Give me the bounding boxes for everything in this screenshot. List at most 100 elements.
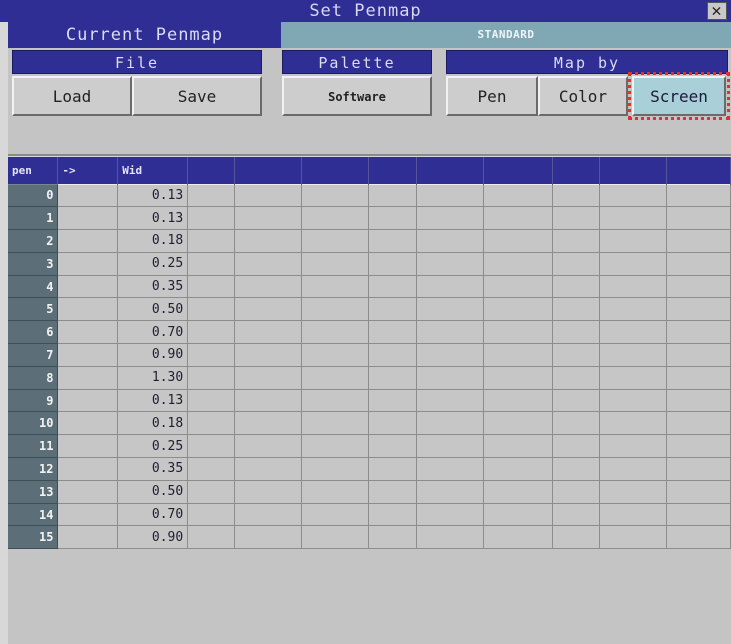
empty-cell[interactable]	[301, 229, 369, 253]
empty-cell[interactable]	[368, 343, 417, 367]
map-target-cell[interactable]	[57, 297, 119, 322]
empty-cell[interactable]	[483, 388, 554, 413]
empty-cell[interactable]	[552, 502, 601, 527]
empty-cell[interactable]	[416, 365, 484, 390]
empty-cell[interactable]	[416, 502, 484, 527]
empty-cell[interactable]	[483, 525, 554, 550]
empty-cell[interactable]	[234, 411, 302, 436]
empty-cell[interactable]	[552, 229, 601, 253]
empty-cell[interactable]	[666, 183, 731, 208]
table-row[interactable]: 8 1.30	[8, 365, 731, 390]
empty-cell[interactable]	[234, 183, 302, 208]
empty-cell[interactable]	[187, 525, 236, 550]
map-target-cell[interactable]	[57, 320, 119, 345]
empty-cell[interactable]	[666, 320, 731, 345]
empty-cell[interactable]	[552, 320, 601, 345]
empty-cell[interactable]	[301, 502, 369, 527]
empty-cell[interactable]	[483, 206, 554, 231]
width-cell[interactable]: 0.13	[117, 206, 189, 231]
empty-cell[interactable]	[187, 297, 236, 322]
empty-cell[interactable]	[666, 229, 731, 253]
table-row[interactable]: 0 0.13	[8, 183, 731, 208]
empty-cell[interactable]	[234, 388, 302, 413]
empty-cell[interactable]	[234, 479, 302, 504]
empty-cell[interactable]	[416, 229, 484, 253]
empty-cell[interactable]	[301, 206, 369, 231]
empty-cell[interactable]	[368, 229, 417, 253]
table-row[interactable]: 4 0.35	[8, 274, 731, 299]
empty-cell[interactable]	[552, 251, 601, 276]
empty-cell[interactable]	[552, 206, 601, 231]
table-row[interactable]: 15 0.90	[8, 525, 731, 550]
empty-cell[interactable]	[187, 388, 236, 413]
width-cell[interactable]: 0.90	[117, 343, 189, 367]
empty-cell[interactable]	[483, 274, 554, 299]
empty-cell[interactable]	[234, 251, 302, 276]
empty-cell[interactable]	[599, 388, 668, 413]
empty-cell[interactable]	[666, 457, 731, 481]
empty-cell[interactable]	[234, 525, 302, 550]
empty-cell[interactable]	[187, 502, 236, 527]
empty-cell[interactable]	[234, 206, 302, 231]
width-cell[interactable]: 0.50	[117, 479, 189, 504]
empty-cell[interactable]	[368, 183, 417, 208]
close-icon[interactable]: ✕	[707, 2, 727, 20]
empty-cell[interactable]	[599, 457, 668, 481]
empty-cell[interactable]	[187, 183, 236, 208]
empty-cell[interactable]	[666, 479, 731, 504]
empty-cell[interactable]	[234, 229, 302, 253]
save-button[interactable]: Save	[132, 76, 262, 116]
empty-cell[interactable]	[368, 251, 417, 276]
empty-cell[interactable]	[416, 479, 484, 504]
empty-cell[interactable]	[416, 434, 484, 459]
map-target-cell[interactable]	[57, 388, 119, 413]
empty-cell[interactable]	[416, 297, 484, 322]
empty-cell[interactable]	[187, 411, 236, 436]
empty-cell[interactable]	[483, 479, 554, 504]
table-row[interactable]: 6 0.70	[8, 320, 731, 345]
empty-cell[interactable]	[416, 457, 484, 481]
empty-cell[interactable]	[599, 297, 668, 322]
map-target-cell[interactable]	[57, 434, 119, 459]
empty-cell[interactable]	[234, 274, 302, 299]
empty-cell[interactable]	[666, 365, 731, 390]
width-cell[interactable]: 0.35	[117, 457, 189, 481]
table-row[interactable]: 7 0.90	[8, 343, 731, 367]
empty-cell[interactable]	[416, 206, 484, 231]
width-cell[interactable]: 0.18	[117, 229, 189, 253]
map-target-cell[interactable]	[57, 183, 119, 208]
empty-cell[interactable]	[666, 388, 731, 413]
empty-cell[interactable]	[666, 251, 731, 276]
empty-cell[interactable]	[599, 411, 668, 436]
empty-cell[interactable]	[416, 320, 484, 345]
empty-cell[interactable]	[368, 411, 417, 436]
map-target-cell[interactable]	[57, 229, 119, 253]
empty-cell[interactable]	[234, 343, 302, 367]
empty-cell[interactable]	[552, 457, 601, 481]
empty-cell[interactable]	[552, 388, 601, 413]
empty-cell[interactable]	[599, 274, 668, 299]
empty-cell[interactable]	[301, 365, 369, 390]
empty-cell[interactable]	[368, 274, 417, 299]
empty-cell[interactable]	[416, 525, 484, 550]
empty-cell[interactable]	[599, 320, 668, 345]
map-by-screen-button[interactable]: Screen	[628, 72, 730, 120]
empty-cell[interactable]	[599, 502, 668, 527]
empty-cell[interactable]	[368, 434, 417, 459]
empty-cell[interactable]	[301, 343, 369, 367]
empty-cell[interactable]	[552, 411, 601, 436]
empty-cell[interactable]	[187, 343, 236, 367]
empty-cell[interactable]	[301, 388, 369, 413]
empty-cell[interactable]	[416, 274, 484, 299]
empty-cell[interactable]	[301, 434, 369, 459]
width-cell[interactable]: 0.13	[117, 388, 189, 413]
empty-cell[interactable]	[368, 525, 417, 550]
empty-cell[interactable]	[187, 320, 236, 345]
empty-cell[interactable]	[368, 457, 417, 481]
empty-cell[interactable]	[552, 274, 601, 299]
empty-cell[interactable]	[666, 274, 731, 299]
empty-cell[interactable]	[666, 343, 731, 367]
empty-cell[interactable]	[368, 206, 417, 231]
empty-cell[interactable]	[301, 274, 369, 299]
table-row[interactable]: 9 0.13	[8, 388, 731, 413]
